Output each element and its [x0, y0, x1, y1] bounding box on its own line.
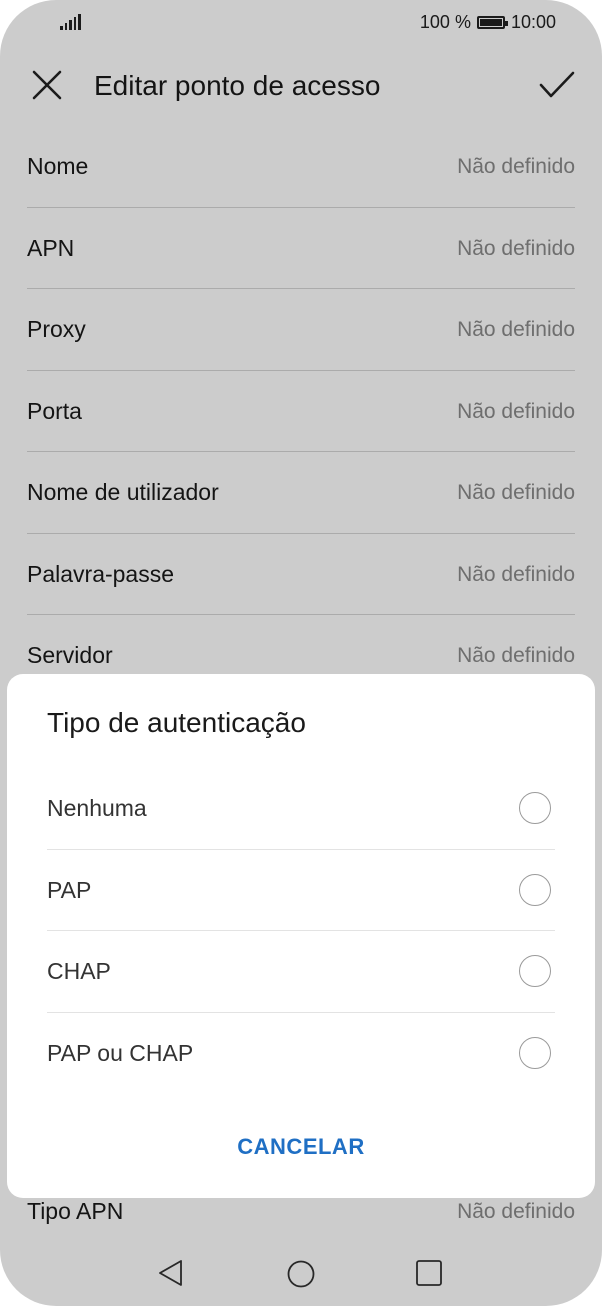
option-pap-or-chap[interactable]: PAP ou CHAP: [47, 1013, 555, 1094]
option-label: PAP: [47, 876, 92, 903]
option-label: PAP ou CHAP: [47, 1039, 194, 1066]
option-label: Nenhuma: [47, 795, 147, 821]
radio-button[interactable]: [519, 1036, 551, 1069]
cancel-button[interactable]: CANCELAR: [7, 1134, 595, 1160]
option-label: CHAP: [47, 958, 111, 984]
radio-button[interactable]: [519, 873, 551, 906]
radio-button[interactable]: [519, 792, 551, 824]
phone-frame: 100 % 10:00 Editar ponto de acesso Nome …: [0, 0, 602, 1306]
dialog-title: Tipo de autenticação: [47, 707, 306, 738]
option-chap[interactable]: CHAP: [47, 931, 555, 1013]
option-pap[interactable]: PAP: [47, 850, 555, 931]
option-nenhuma[interactable]: Nenhuma: [47, 768, 555, 850]
auth-type-dialog: Tipo de autenticação Nenhuma PAP CHAP PA…: [7, 674, 595, 1198]
radio-button[interactable]: [519, 955, 551, 987]
option-list: Nenhuma PAP CHAP PAP ou CHAP: [47, 768, 555, 1093]
